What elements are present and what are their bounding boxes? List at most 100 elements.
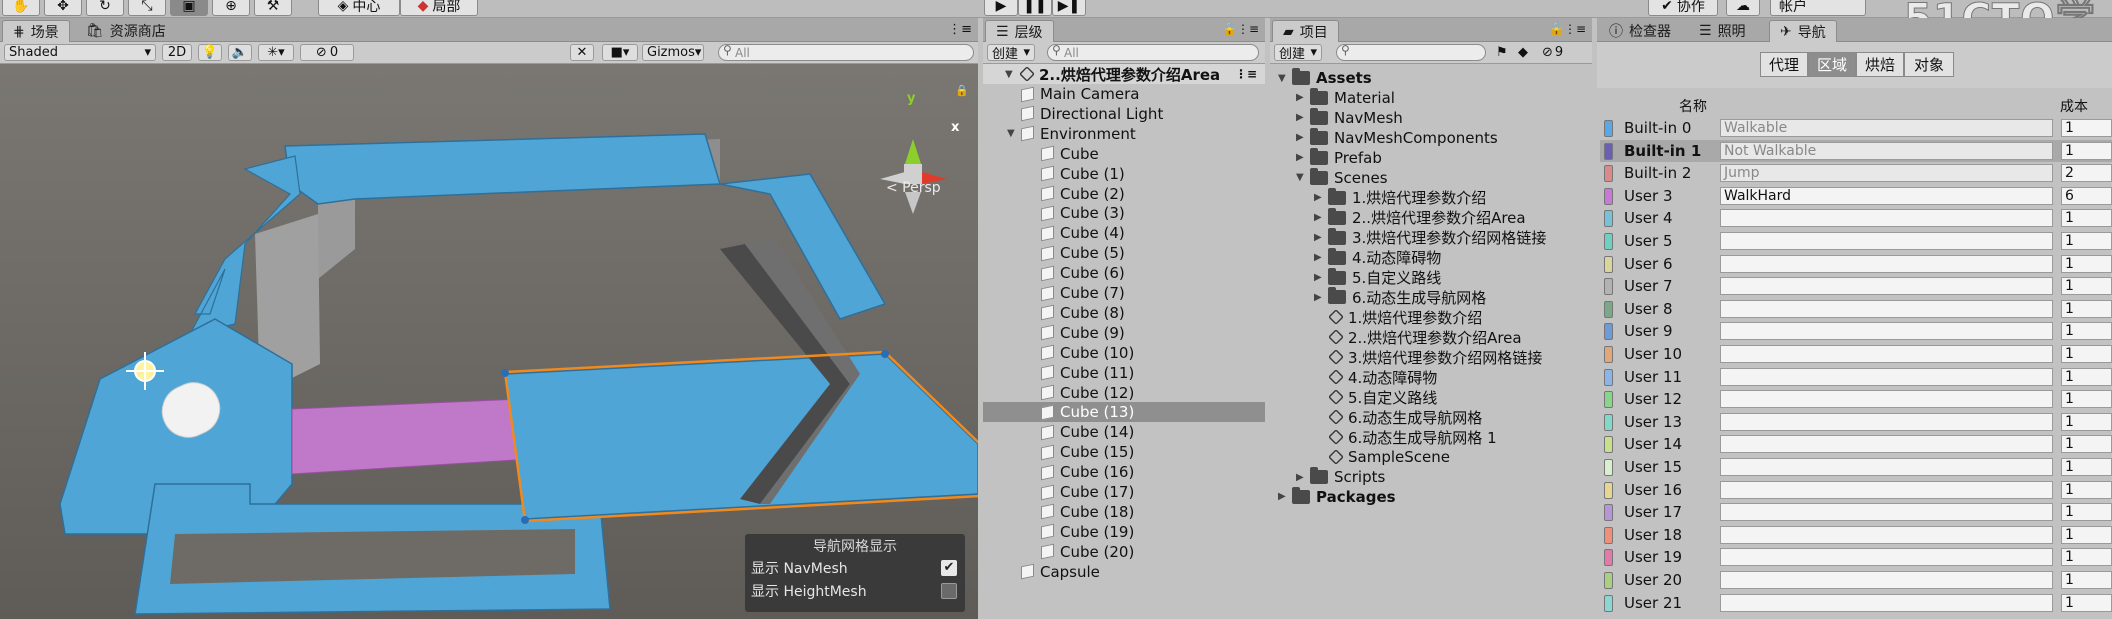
tab-project[interactable]: ▰ 项目 — [1272, 20, 1339, 42]
pause-button[interactable]: ❚❚ — [1018, 0, 1052, 16]
show-navmesh-checkbox[interactable]: ✔ — [941, 560, 957, 576]
expand-arrow-icon[interactable]: ▼ — [1296, 172, 1310, 183]
area-color-swatch[interactable] — [1604, 391, 1613, 409]
area-color-swatch[interactable] — [1604, 165, 1613, 183]
selection-handle[interactable] — [521, 516, 529, 524]
hierarchy-child-row[interactable]: Cube (18) — [983, 502, 1265, 522]
area-cost-field[interactable]: 1 — [2061, 322, 2112, 341]
hierarchy-child-row[interactable]: Cube (9) — [983, 323, 1265, 343]
project-folder-row[interactable]: ▶ NavMesh — [1270, 107, 1592, 128]
area-cost-field[interactable]: 1 — [2061, 390, 2112, 409]
expand-arrow-icon[interactable]: ▶ — [1296, 472, 1310, 483]
lighting-toggle[interactable]: 💡 — [198, 44, 222, 61]
hierarchy-child-row[interactable]: Cube (8) — [983, 303, 1265, 323]
gizmos-dropdown[interactable]: Gizmos ▾ — [642, 44, 704, 61]
expand-arrow-icon[interactable]: ▶ — [1296, 152, 1310, 163]
expand-arrow-icon[interactable]: ▶ — [1278, 491, 1292, 502]
hierarchy-child-row[interactable]: Cube (14) — [983, 422, 1265, 442]
area-cost-field[interactable]: 1 — [2061, 480, 2112, 499]
area-row[interactable]: User 9 1 — [1600, 320, 2112, 343]
area-name-field[interactable] — [1720, 232, 2053, 250]
hierarchy-child-row[interactable]: Cube — [983, 144, 1265, 164]
area-row[interactable]: User 14 1 — [1600, 433, 2112, 456]
area-row[interactable]: User 21 1 — [1600, 592, 2112, 615]
show-heightmesh-checkbox[interactable] — [941, 583, 957, 599]
area-name-field[interactable] — [1720, 435, 2053, 454]
area-color-swatch[interactable] — [1604, 459, 1613, 476]
expand-arrow-icon[interactable]: ▶ — [1314, 292, 1328, 303]
tab-navigation[interactable]: ✈ 导航 — [1769, 20, 1837, 42]
hierarchy-child-row[interactable]: Cube (17) — [983, 482, 1265, 502]
area-cost-field[interactable]: 1 — [2061, 119, 2112, 137]
project-scene-row[interactable]: 3.烘焙代理参数介绍网格链接 — [1270, 347, 1592, 367]
area-row[interactable]: Built-in 1 Not Walkable 1 — [1600, 139, 2112, 163]
expand-arrow-icon[interactable]: ▶ — [1296, 112, 1310, 123]
cloud-button[interactable]: ☁ — [1726, 0, 1760, 16]
scene-viewport[interactable]: y x < Persp 🔒 导航网格显示 显示 NavMesh ✔ 显示 Hei… — [0, 64, 978, 619]
scene-menu-icon[interactable]: ⋮≡ — [1235, 67, 1257, 81]
project-folder-row[interactable]: ▶ Material — [1270, 87, 1592, 108]
area-row[interactable]: User 13 1 — [1600, 411, 2112, 434]
project-scene-row[interactable]: 4.动态障碍物 — [1270, 367, 1592, 387]
expand-arrow-icon[interactable]: ▼ — [1007, 128, 1021, 139]
expand-arrow-icon[interactable]: ▶ — [1296, 132, 1310, 143]
hierarchy-child-row[interactable]: Cube (10) — [983, 343, 1265, 363]
area-cost-field[interactable]: 1 — [2061, 571, 2112, 589]
hand-tool-button[interactable]: ✋ — [2, 0, 40, 16]
tab-asset-store[interactable]: 🛍 资源商店 — [76, 20, 176, 42]
area-name-field[interactable] — [1720, 277, 2053, 296]
area-name-field[interactable] — [1720, 322, 2053, 341]
area-color-swatch[interactable] — [1604, 346, 1613, 363]
hierarchy-child-row[interactable]: Cube (1) — [983, 164, 1265, 184]
expand-arrow-icon[interactable]: ▶ — [1296, 92, 1310, 103]
area-row[interactable]: User 19 1 — [1600, 546, 2112, 569]
area-cost-field[interactable]: 1 — [2061, 277, 2112, 296]
hidden-objects-toggle[interactable]: ⊘ 0 — [300, 44, 354, 61]
selection-handle[interactable] — [881, 350, 889, 358]
area-name-field[interactable] — [1720, 525, 2053, 544]
area-row[interactable]: User 6 1 — [1600, 253, 2112, 276]
collab-button[interactable]: ✔ 协作 — [1648, 0, 1718, 16]
area-cost-field[interactable]: 1 — [2061, 593, 2112, 612]
scene-search-input[interactable]: All — [718, 43, 974, 61]
project-folder-row[interactable]: ▼ Assets — [1270, 68, 1592, 88]
area-color-swatch[interactable] — [1604, 526, 1613, 544]
expand-arrow-icon[interactable]: ▼ — [1005, 69, 1019, 80]
area-color-swatch[interactable] — [1604, 549, 1613, 567]
project-scene-row[interactable]: 6.动态生成导航网格 1 — [1270, 427, 1592, 447]
hierarchy-child-row[interactable]: Cube (16) — [983, 462, 1265, 482]
rect-tool-button[interactable]: ▣ — [170, 0, 208, 16]
expand-arrow-icon[interactable]: ▶ — [1314, 272, 1328, 283]
project-folder-row[interactable]: ▶ NavMeshComponents — [1270, 127, 1592, 148]
area-cost-field[interactable]: 1 — [2061, 548, 2112, 567]
area-color-swatch[interactable] — [1604, 255, 1613, 273]
area-name-field[interactable]: WalkHard — [1720, 186, 2053, 205]
area-name-field[interactable] — [1720, 593, 2053, 612]
custom-tool-button[interactable]: ⚒ — [254, 0, 292, 16]
area-color-swatch[interactable] — [1604, 323, 1613, 341]
area-cost-field[interactable]: 2 — [2061, 164, 2112, 183]
area-row[interactable]: Built-in 0 Walkable 1 — [1600, 117, 2112, 140]
hierarchy-child-row[interactable]: Cube (19) — [983, 522, 1265, 542]
area-cost-field[interactable]: 1 — [2061, 209, 2112, 228]
rotate-tool-button[interactable]: ↻ — [86, 0, 124, 16]
hierarchy-child-row[interactable]: Cube (5) — [983, 243, 1265, 263]
area-cost-field[interactable]: 1 — [2061, 367, 2112, 386]
hidden-packages-toggle[interactable]: ⊘ 9 — [1542, 45, 1563, 60]
hierarchy-row[interactable]: ▼ Environment — [983, 124, 1265, 144]
area-row[interactable]: User 5 1 — [1600, 230, 2112, 253]
area-color-swatch[interactable] — [1604, 572, 1613, 589]
area-cost-field[interactable]: 1 — [2061, 525, 2112, 544]
area-name-field[interactable] — [1720, 390, 2053, 409]
project-folder-row[interactable]: ▶ 1.烘焙代理参数介绍 — [1270, 187, 1592, 208]
expand-arrow-icon[interactable]: ▶ — [1314, 232, 1328, 243]
hierarchy-child-row[interactable]: Cube (20) — [983, 542, 1265, 562]
expand-arrow-icon[interactable]: ▶ — [1314, 212, 1328, 223]
hierarchy-child-row[interactable]: Cube (2) — [983, 184, 1265, 204]
project-scene-row[interactable]: SampleScene — [1270, 447, 1592, 467]
project-folder-row[interactable]: ▶ Prefab — [1270, 147, 1592, 168]
persp-label[interactable]: < Persp — [886, 180, 941, 196]
area-row[interactable]: User 15 1 — [1600, 456, 2112, 479]
area-color-swatch[interactable] — [1604, 300, 1613, 318]
area-cost-field[interactable]: 1 — [2061, 254, 2112, 273]
